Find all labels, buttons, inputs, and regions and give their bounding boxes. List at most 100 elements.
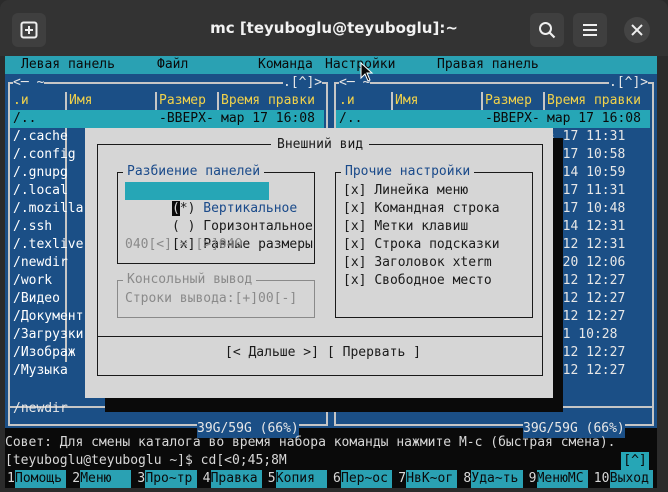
right-col-name[interactable]: Имя [395, 92, 418, 110]
menu-file[interactable]: Файл [157, 56, 188, 74]
table-row[interactable]: /.. -ВВЕРХ-мар 17 16:08 [336, 110, 650, 128]
fkey-3[interactable]: 3 Про~тр [135, 470, 200, 488]
command-line[interactable]: [teyuboglu@teyuboglu ~]$ cd[<0;45;8M [5, 452, 657, 470]
console-group-title: Консольный вывод [123, 271, 257, 289]
menu-command[interactable]: Команда [258, 56, 313, 74]
fkey-label: Помощь [15, 470, 67, 488]
checkbox-option[interactable]: [x] Заголовок xterm [343, 254, 492, 272]
fkey-6[interactable]: 6 Пер~ос [331, 470, 396, 488]
fkey-4[interactable]: 4 Правка [201, 470, 266, 488]
checkbox-option[interactable]: [x] Свободное место [343, 272, 492, 290]
checkbox-mark: [x] [343, 219, 367, 234]
search-button[interactable] [530, 13, 564, 47]
fkey-7[interactable]: 7 НвК~ог [396, 470, 461, 488]
file-name: /work [13, 273, 53, 288]
fkey-label: Уда~ть [471, 470, 523, 488]
fkey-8[interactable]: 8 Уда~ть [461, 470, 526, 488]
checkbox-mark: [x] [343, 255, 367, 270]
checkbox-label: Строка подсказки [374, 237, 500, 252]
file-name: /newdir [13, 255, 68, 270]
fkey-number: 5 [267, 471, 276, 486]
close-button[interactable] [624, 17, 650, 43]
file-name: /.local [13, 183, 68, 198]
fkey-label: Меню [80, 470, 132, 488]
checkbox-label: Метки клавиш [374, 219, 469, 234]
checkbox-mark: [x] [343, 201, 367, 216]
menu-right-panel[interactable]: Правая панель [437, 56, 539, 74]
left-col-name[interactable]: Имя [69, 92, 92, 110]
fkey-number: 6 [333, 471, 341, 486]
fkey-number: 1 [7, 471, 15, 486]
hint-line: Совет: Для смены каталога во время набор… [5, 435, 616, 450]
fkey-9[interactable]: 9 МенюМС [527, 470, 592, 488]
fkey-number: 10 [593, 471, 610, 486]
radio-vertical[interactable]: (*) Вертикальное [125, 182, 297, 216]
file-name: /Видео [13, 291, 60, 306]
checkbox-option[interactable]: [x] Линейка меню [343, 182, 468, 200]
left-status-name: /newdir [13, 401, 68, 416]
fkey-10[interactable]: 10 Выход [592, 470, 657, 488]
file-name: /.config [13, 147, 76, 162]
fkey-number: 9 [528, 471, 537, 486]
dialog-title: Внешний вид [271, 136, 370, 154]
table-row[interactable]: /.. -ВВЕРХ-мар 17 16:08 [10, 110, 324, 128]
fkey-label: Правка [210, 470, 262, 488]
right-panel-controls[interactable]: .[^]> [609, 74, 649, 92]
split-group-title: Разбиение панелей [123, 163, 265, 181]
right-col-size[interactable]: Размер [485, 92, 532, 110]
next-button[interactable]: [< Дальше >] [225, 344, 319, 362]
left-panel-history[interactable]: <─ ~ [13, 74, 45, 92]
checkbox-option[interactable]: [x] Метки клавиш [343, 218, 468, 236]
left-panel-controls[interactable]: .[^]> [283, 74, 323, 92]
file-name: /.texlive [13, 237, 84, 252]
window-titlebar: mc [teyuboglu@teyuboglu]:~ [0, 0, 668, 56]
fkey-1[interactable]: 1 Помощь [5, 470, 70, 488]
left-col-mtime[interactable]: Время правки [221, 92, 315, 110]
right-col-sort[interactable]: .и [339, 92, 355, 110]
file-name: /.mozilla [13, 201, 84, 216]
mouse-pointer-icon [360, 62, 374, 82]
fkey-label: Копия [275, 470, 327, 488]
fkey-number: 2 [72, 471, 81, 486]
mc-menubar: Левая панель Файл Команда Настройки Прав… [5, 56, 657, 74]
hamburger-menu-button[interactable] [573, 13, 607, 47]
menu-left-panel[interactable]: Левая панель [21, 56, 115, 74]
file-name: /.cache [13, 129, 68, 144]
console-lines-control[interactable]: Строки вывода:[+]00[-] [125, 290, 297, 308]
fkey-2[interactable]: 2 Меню [70, 470, 135, 488]
file-name: /Музыка [13, 363, 68, 378]
hamburger-menu-icon [583, 24, 597, 36]
split-ratio-control[interactable]: 040[<] = [>]040 [125, 236, 242, 254]
terminal[interactable]: Левая панель Файл Команда Настройки Прав… [5, 56, 657, 488]
right-col-mtime[interactable]: Время правки [547, 92, 641, 110]
file-name: /.. [339, 111, 363, 126]
checkbox-mark: [x] [343, 183, 367, 198]
file-size: -ВВЕРХ- [485, 111, 540, 126]
file-name: /.ssh [13, 219, 53, 234]
file-name: /Документ [13, 309, 84, 324]
function-key-bar: 1 Помощь 2 Меню 3 Про~тр 4 Правка 5 Копия 6 Пер~ос 7… [5, 470, 657, 488]
file-mtime: мар 17 16:08 [547, 111, 641, 126]
file-mtime: мар 17 16:08 [221, 111, 315, 126]
checkbox-option[interactable]: [x] Командная строка [343, 200, 500, 218]
command-history-button[interactable]: [^] [621, 452, 649, 470]
left-col-sort[interactable]: .и [13, 92, 29, 110]
fkey-label: МенюМС [536, 470, 588, 488]
file-name: /Загрузки [13, 327, 84, 342]
fkey-label: Про~тр [145, 470, 197, 488]
fkey-number: 4 [202, 471, 211, 486]
other-group-title: Прочие настройки [341, 163, 475, 181]
left-col-size[interactable]: Размер [159, 92, 206, 110]
fkey-5[interactable]: 5 Копия [266, 470, 331, 488]
dialog-shadow-bottom [105, 398, 563, 412]
checkbox-mark: [x] [343, 237, 367, 252]
checkbox-label: Свободное место [374, 273, 492, 288]
checkbox-option[interactable]: [x] Строка подсказки [343, 236, 500, 254]
file-size: -ВВЕРХ- [159, 111, 214, 126]
fkey-label: Пер~ос [341, 470, 393, 488]
cancel-button[interactable]: [ Прервать ] [327, 344, 421, 362]
file-name: /Изображ [13, 345, 76, 360]
dialog-shadow-right [553, 138, 563, 412]
checkbox-label: Линейка меню [374, 183, 469, 198]
file-name: /.gnupg [13, 165, 68, 180]
